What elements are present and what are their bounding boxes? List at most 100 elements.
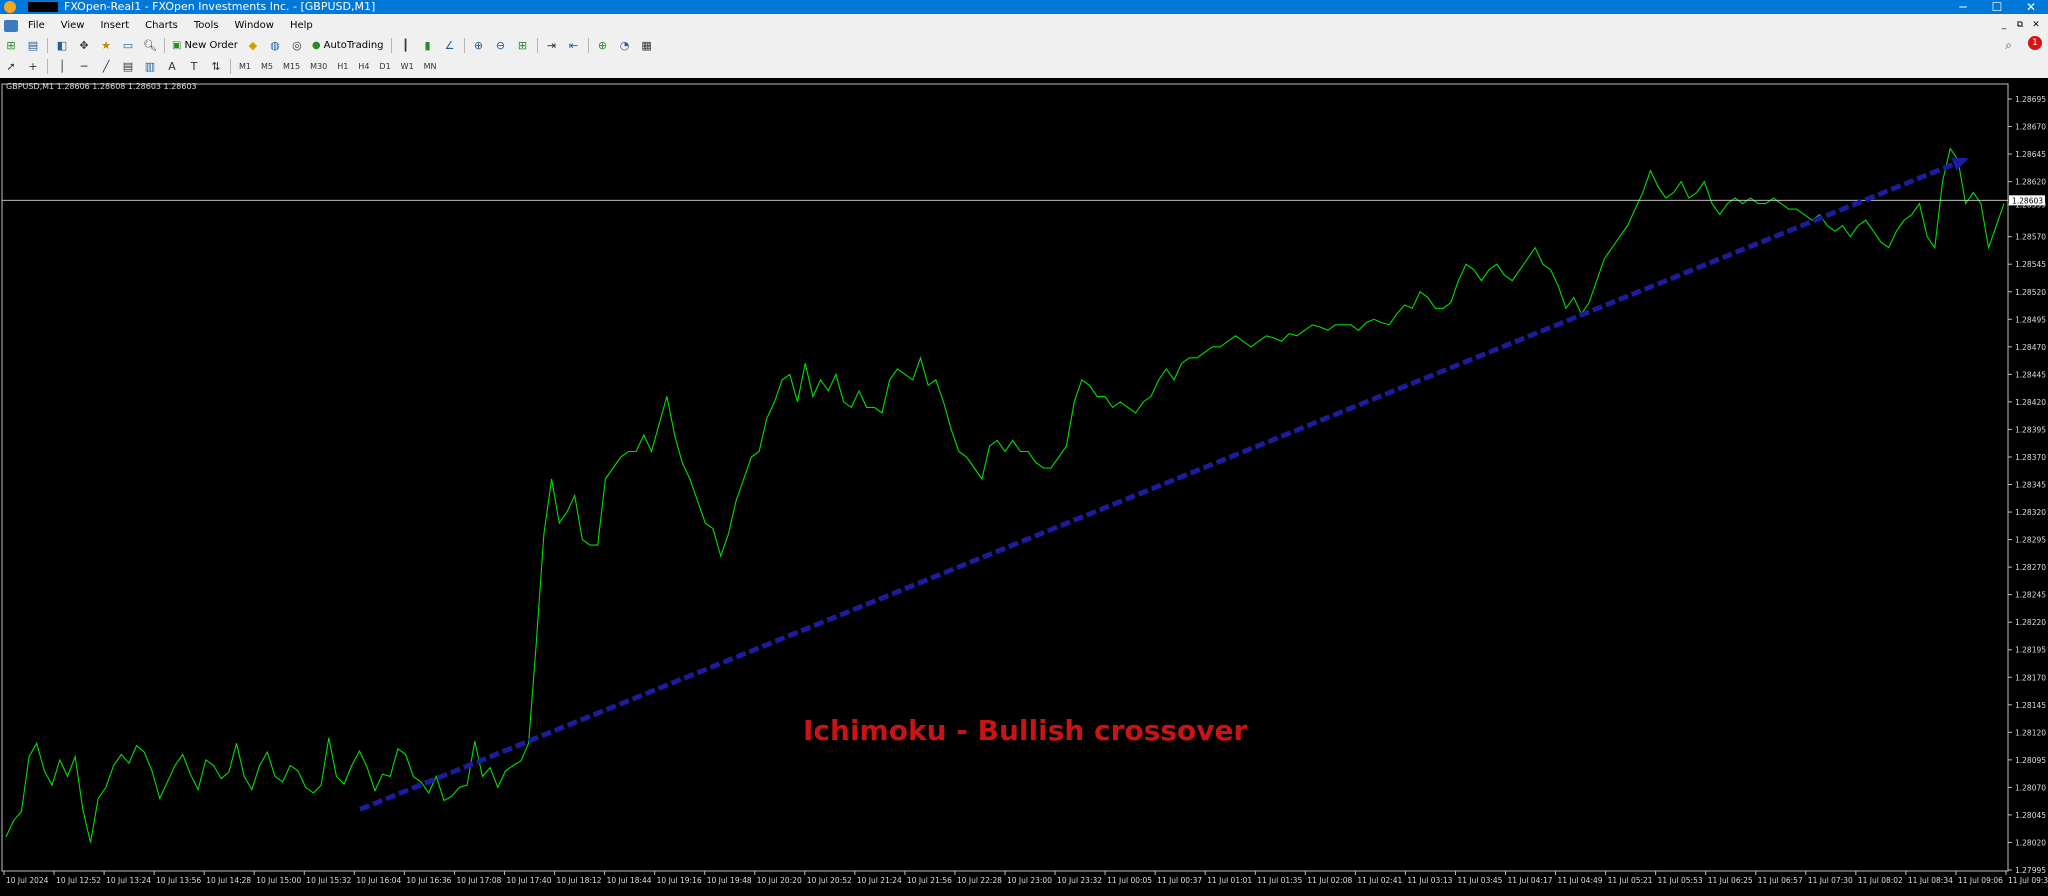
x-tick-label: 10 Jul 23:32 — [1057, 876, 1102, 885]
menu-charts[interactable]: Charts — [137, 20, 186, 31]
crosshair-icon[interactable]: + — [25, 60, 41, 74]
x-tick-label: 11 Jul 01:01 — [1207, 876, 1252, 885]
y-tick-label: 1.28095 — [2015, 756, 2046, 765]
y-tick-label: 1.28470 — [2015, 343, 2046, 352]
x-tick-label: 10 Jul 23:00 — [1007, 876, 1052, 885]
candlestick-icon[interactable]: ▮ — [420, 39, 436, 53]
menu-window[interactable]: Window — [227, 20, 282, 31]
metaeditor-icon[interactable]: ◆ — [245, 39, 261, 53]
text-label-icon[interactable]: T — [186, 60, 202, 74]
trendline — [359, 157, 1966, 812]
close-button[interactable]: ✕ — [2014, 0, 2048, 14]
x-tick-label: 10 Jul 21:24 — [857, 876, 902, 885]
autotrading-label: AutoTrading — [323, 40, 384, 51]
cursor-icon[interactable]: ➚ — [3, 60, 19, 74]
trendline-icon[interactable]: ╱ — [98, 60, 114, 74]
chart-window-icon[interactable] — [4, 19, 18, 32]
x-tick-label: 11 Jul 02:08 — [1307, 876, 1352, 885]
indicators-icon[interactable]: ⊕ — [595, 39, 611, 53]
timeframe-m30[interactable]: M30 — [305, 62, 332, 71]
timeframe-m5[interactable]: M5 — [256, 62, 278, 71]
vertical-line-icon[interactable]: │ — [54, 60, 70, 74]
arrows-icon[interactable]: ⇅ — [208, 60, 224, 74]
menu-file[interactable]: File — [20, 20, 53, 31]
tile-windows-icon[interactable]: ⊞ — [515, 39, 531, 53]
separator — [230, 59, 231, 74]
y-tick-label: 1.28220 — [2015, 618, 2046, 627]
autotrading-button[interactable]: ● AutoTrading — [308, 40, 388, 51]
profiles-icon[interactable]: ▤ — [25, 39, 41, 53]
x-tick-label: 10 Jul 13:56 — [156, 876, 201, 885]
y-tick-label: 1.28345 — [2015, 481, 2046, 490]
zoom-in-icon[interactable]: ⊕ — [471, 39, 487, 53]
x-tick-label: 10 Jul 21:56 — [907, 876, 952, 885]
market-watch-icon[interactable]: ◧ — [54, 39, 70, 53]
terminal-icon[interactable]: ▭ — [120, 39, 136, 53]
text-icon[interactable]: A — [164, 60, 180, 74]
x-tick-label: 10 Jul 19:16 — [657, 876, 702, 885]
timeframe-mn[interactable]: MN — [419, 62, 442, 71]
timeframe-h1[interactable]: H1 — [332, 62, 353, 71]
menu-view[interactable]: View — [53, 20, 93, 31]
y-tick-label: 1.28645 — [2015, 150, 2046, 159]
data-window-icon[interactable]: ✥ — [76, 39, 92, 53]
y-tick-label: 1.28620 — [2015, 178, 2046, 187]
new-chart-icon[interactable]: ⊞ — [3, 39, 19, 53]
bar-chart-icon[interactable]: ┃ — [398, 39, 414, 53]
templates-icon[interactable]: ▦ — [639, 39, 655, 53]
horizontal-line-icon[interactable]: ─ — [76, 60, 92, 74]
y-tick-label: 1.28570 — [2015, 233, 2046, 242]
menu-bar: File View Insert Charts Tools Window Hel… — [0, 17, 2048, 34]
chart-close-button[interactable]: ✕ — [2028, 17, 2044, 34]
x-tick-label: 10 Jul 15:00 — [256, 876, 301, 885]
new-order-label: New Order — [184, 40, 238, 51]
timeframe-w1[interactable]: W1 — [396, 62, 419, 71]
zoom-out-icon[interactable]: ⊖ — [493, 39, 509, 53]
x-tick-label: 10 Jul 2024 — [6, 876, 49, 885]
fibonacci-icon[interactable]: ▥ — [142, 60, 158, 74]
x-tick-label: 11 Jul 01:35 — [1257, 876, 1302, 885]
timeframe-m1[interactable]: M1 — [234, 62, 256, 71]
x-tick-label: 10 Jul 18:44 — [607, 876, 652, 885]
x-tick-label: 10 Jul 17:08 — [456, 876, 501, 885]
title-bar: FXOpen-Real1 - FXOpen Investments Inc. -… — [0, 0, 2048, 14]
y-tick-label: 1.28320 — [2015, 508, 2046, 517]
menu-help[interactable]: Help — [282, 20, 321, 31]
chart-window[interactable]: 1.286951.286701.286451.286201.285991.285… — [0, 78, 2048, 896]
y-tick-label: 1.28120 — [2015, 728, 2046, 737]
search-icon[interactable]: ⌕ — [2005, 38, 2012, 53]
price-chart[interactable]: 1.286951.286701.286451.286201.285991.285… — [0, 78, 2048, 896]
market-icon[interactable]: ◎ — [289, 39, 305, 53]
timeframe-h4[interactable]: H4 — [353, 62, 374, 71]
notification-badge[interactable]: 1 — [2028, 36, 2042, 50]
x-tick-label: 11 Jul 03:13 — [1407, 876, 1452, 885]
x-tick-label: 10 Jul 20:52 — [807, 876, 852, 885]
menu-tools[interactable]: Tools — [186, 20, 227, 31]
navigator-icon[interactable]: ★ — [98, 39, 114, 53]
chart-restore-button[interactable]: ⧉ — [2012, 17, 2028, 34]
chart-shift-icon[interactable]: ⇤ — [566, 39, 582, 53]
signals-icon[interactable]: ◍ — [267, 39, 283, 53]
line-chart-icon[interactable]: ∠ — [442, 39, 458, 53]
chart-minimize-button[interactable]: _ — [1996, 17, 2012, 34]
timeframe-d1[interactable]: D1 — [374, 62, 395, 71]
y-tick-label: 1.28195 — [2015, 646, 2046, 655]
x-tick-label: 10 Jul 14:28 — [206, 876, 251, 885]
equidistant-channel-icon[interactable]: ▤ — [120, 60, 136, 74]
maximize-button[interactable]: ☐ — [1980, 0, 2014, 14]
x-tick-label: 11 Jul 00:37 — [1157, 876, 1202, 885]
y-tick-label: 1.28370 — [2015, 453, 2046, 462]
y-tick-label: 1.28695 — [2015, 95, 2046, 104]
new-order-button[interactable]: ▣ New Order — [168, 40, 242, 51]
timeframe-m15[interactable]: M15 — [278, 62, 305, 71]
autoscroll-icon[interactable]: ⇥ — [544, 39, 560, 53]
strategy-tester-icon[interactable]: 🔍︎ — [142, 39, 158, 53]
redacted-account — [28, 2, 58, 12]
y-tick-label: 1.28295 — [2015, 536, 2046, 545]
periods-icon[interactable]: ◔ — [617, 39, 633, 53]
x-tick-label: 11 Jul 04:49 — [1558, 876, 1603, 885]
x-tick-label: 11 Jul 04:17 — [1508, 876, 1553, 885]
menu-insert[interactable]: Insert — [92, 20, 137, 31]
standard-toolbar: ⊞ ▤ ◧ ✥ ★ ▭ 🔍︎ ▣ New Order ◆ ◍ ◎ ● AutoTra… — [0, 36, 2048, 55]
minimize-button[interactable]: ─ — [1946, 0, 1980, 14]
